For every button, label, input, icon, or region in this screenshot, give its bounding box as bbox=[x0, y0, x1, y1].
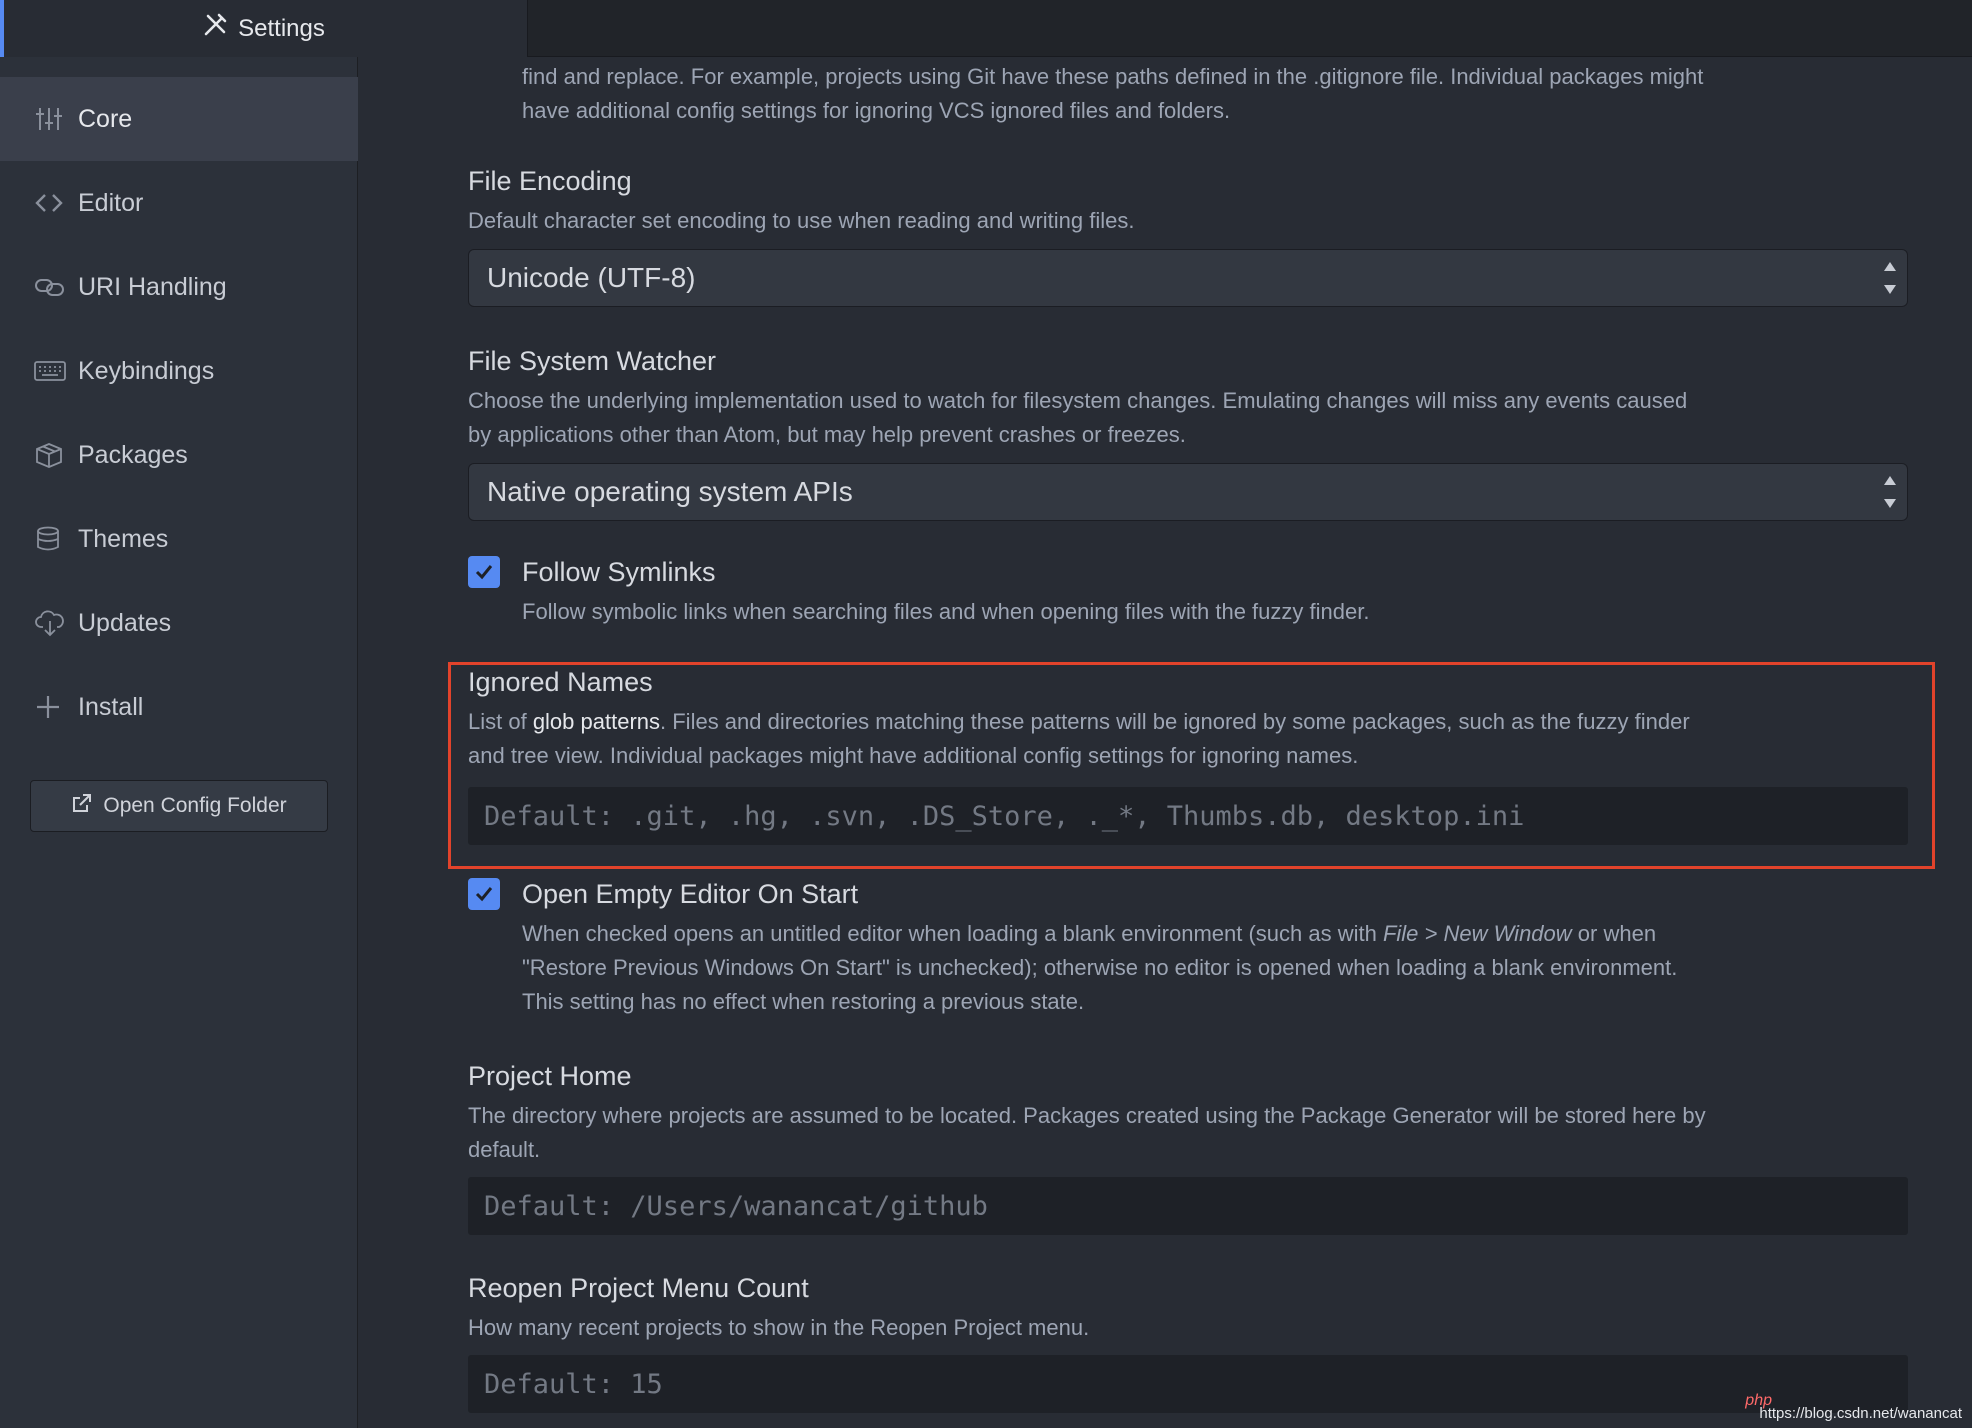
checkmark-icon bbox=[475, 887, 493, 902]
tools-icon bbox=[202, 12, 228, 45]
sidebar-item-label: Packages bbox=[78, 440, 188, 469]
follow-symlinks-title: Follow Symlinks bbox=[522, 557, 716, 587]
intro-description: find and replace. For example, projects … bbox=[522, 64, 1704, 123]
sidebar-item-label: Keybindings bbox=[78, 356, 215, 385]
follow-symlinks-checkbox[interactable] bbox=[468, 556, 500, 588]
sidebar-item-label: Core bbox=[78, 104, 133, 133]
link-icon bbox=[34, 275, 74, 299]
sidebar-item-keybindings[interactable]: Keybindings bbox=[0, 329, 358, 413]
select-arrows-icon bbox=[1883, 476, 1897, 508]
sidebar-item-themes[interactable]: Themes bbox=[0, 497, 358, 581]
file-system-watcher-description: Choose the underlying implementation use… bbox=[468, 388, 1688, 447]
external-link-icon bbox=[71, 792, 93, 820]
code-icon bbox=[34, 191, 74, 215]
project-home-input[interactable]: Default: /Users/wanancat/github bbox=[468, 1177, 1908, 1235]
ignored-names-description: List of glob patterns. Files and directo… bbox=[468, 709, 1690, 768]
reopen-project-menu-count-title: Reopen Project Menu Count bbox=[468, 1273, 809, 1303]
sidebar-item-label: URI Handling bbox=[78, 272, 227, 301]
settings-panel: find and replace. For example, projects … bbox=[359, 57, 1972, 1428]
sidebar-item-label: Themes bbox=[78, 524, 169, 553]
tab-title: Settings bbox=[238, 14, 325, 42]
checkmark-icon bbox=[475, 565, 493, 580]
sidebar-item-packages[interactable]: Packages bbox=[0, 413, 358, 497]
reopen-project-menu-count-input[interactable]: Default: 15 bbox=[468, 1355, 1908, 1413]
follow-symlinks-description: Follow symbolic links when searching fil… bbox=[522, 599, 1370, 624]
watermark-text: https://blog.csdn.net/wanancat bbox=[1759, 1405, 1962, 1422]
ignored-names-input[interactable]: Default: .git, .hg, .svn, .DS_Store, ._*… bbox=[468, 787, 1908, 845]
file-encoding-title: File Encoding bbox=[468, 166, 632, 196]
paintcan-icon bbox=[34, 525, 74, 553]
glob-patterns-link[interactable]: glob patterns bbox=[533, 709, 660, 734]
file-encoding-select[interactable]: Unicode (UTF-8) bbox=[468, 249, 1908, 307]
open-empty-editor-checkbox[interactable] bbox=[468, 878, 500, 910]
select-arrows-icon bbox=[1883, 262, 1897, 294]
sidebar-item-label: Install bbox=[78, 692, 144, 721]
sidebar-item-core[interactable]: Core bbox=[0, 77, 358, 161]
reopen-project-menu-count-placeholder: Default: 15 bbox=[484, 1368, 663, 1400]
open-config-folder-button[interactable]: Open Config Folder bbox=[30, 780, 328, 832]
sidebar-item-uri-handling[interactable]: URI Handling bbox=[0, 245, 358, 329]
sidebar-item-editor[interactable]: Editor bbox=[0, 161, 358, 245]
cloud-download-icon bbox=[34, 609, 74, 637]
sidebar-item-updates[interactable]: Updates bbox=[0, 581, 358, 665]
sidebar-item-label: Editor bbox=[78, 188, 144, 217]
package-icon bbox=[34, 442, 74, 468]
tab-settings[interactable]: Settings bbox=[0, 0, 528, 57]
file-system-watcher-value: Native operating system APIs bbox=[487, 476, 853, 507]
file-encoding-value: Unicode (UTF-8) bbox=[487, 262, 696, 293]
ignored-names-title: Ignored Names bbox=[468, 667, 653, 697]
file-system-watcher-title: File System Watcher bbox=[468, 346, 717, 376]
project-home-description: The directory where projects are assumed… bbox=[468, 1103, 1706, 1162]
tab-bar: Settings bbox=[0, 0, 1972, 57]
sidebar-item-label: Updates bbox=[78, 608, 172, 637]
sidebar-item-install[interactable]: Install bbox=[0, 665, 358, 749]
project-home-title: Project Home bbox=[468, 1061, 632, 1091]
open-empty-editor-description: When checked opens an untitled editor wh… bbox=[522, 921, 1678, 1014]
file-encoding-description: Default character set encoding to use wh… bbox=[468, 208, 1135, 233]
plus-icon bbox=[34, 693, 74, 721]
open-config-folder-label: Open Config Folder bbox=[103, 794, 287, 817]
sliders-icon bbox=[34, 106, 74, 132]
ignored-names-placeholder: Default: .git, .hg, .svn, .DS_Store, ._*… bbox=[484, 800, 1525, 832]
keyboard-icon bbox=[34, 360, 74, 382]
file-system-watcher-select[interactable]: Native operating system APIs bbox=[468, 463, 1908, 521]
settings-sidebar: Core Editor URI Handling Keybindings Pac… bbox=[0, 57, 358, 1428]
open-empty-editor-title: Open Empty Editor On Start bbox=[522, 879, 859, 909]
project-home-placeholder: Default: /Users/wanancat/github bbox=[484, 1190, 988, 1222]
reopen-project-menu-count-description: How many recent projects to show in the … bbox=[468, 1315, 1090, 1340]
